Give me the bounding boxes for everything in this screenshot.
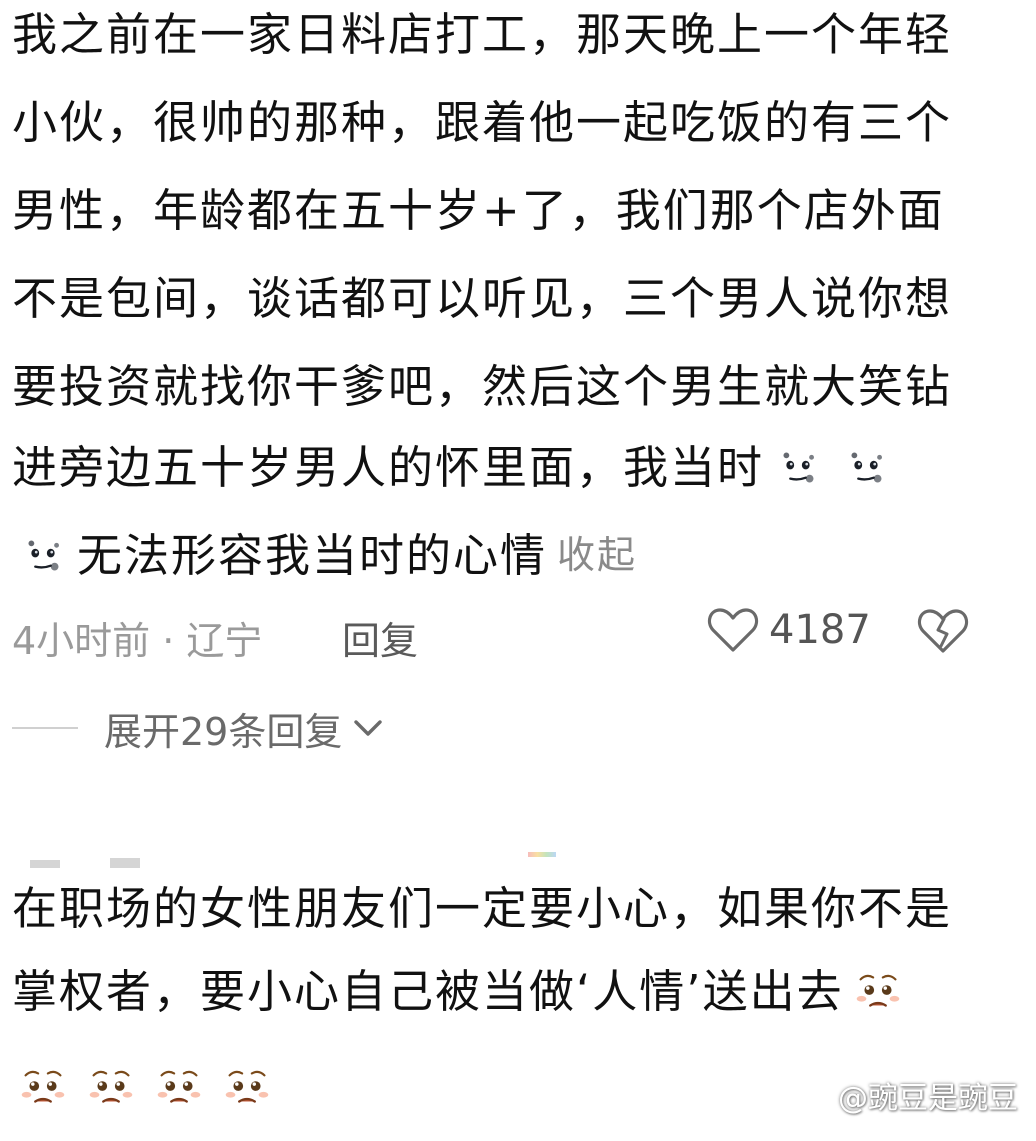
pleading-face-icon [148,1056,210,1118]
pleading-face-icon [80,1056,142,1118]
comment-line: 在职场的女性朋友们一定要小心，如果你不是 [12,882,953,935]
heart-outline-icon [707,608,759,652]
broken-heart-icon [917,609,969,653]
comment-line: 要投资就找你干爹吧，然后这个男生就大笑钻 [12,360,953,413]
expand-replies-label: 展开29条回复 [104,709,343,754]
pleading-face-icon [216,1056,278,1118]
dislike-button[interactable] [917,606,969,665]
comment-timestamp-location: 4小时前 · 辽宁 [12,619,263,663]
comment-line-with-emoji: 掌权者，要小心自己被当做‘人情’送出去 [12,956,912,1026]
new-moon-face-icon [835,436,897,498]
crop-artifact [528,852,556,857]
comment-line: 我之前在一家日料店打工，那天晚上一个年轻 [12,8,953,61]
pleading-face-icon [847,960,909,1022]
comment-line-text: 掌权者，要小心自己被当做‘人情’送出去 [12,964,844,1018]
divider [12,727,78,729]
expand-replies-button[interactable]: 展开29条回复 [12,700,386,756]
collapse-link[interactable]: 收起 [557,527,637,584]
comment-line: 小伙，很帅的那种，跟着他一起吃饭的有三个 [12,96,953,149]
comment-line-text: 无法形容我当时的心情 [77,528,548,582]
chevron-down-icon [354,720,383,736]
comment-line-with-emoji: 进旁边五十岁男人的怀里面，我当时 [12,432,900,502]
comment-meta-row: 4小时前 · 辽宁 回复 4187 [12,604,1022,663]
new-moon-face-icon [767,436,829,498]
comment-line: 不是包间，谈话都可以听见，三个男人说你想 [12,272,953,325]
pleading-face-icon [12,1056,74,1118]
emoji-row [12,1052,281,1122]
crop-artifact [30,858,140,868]
like-button[interactable]: 4187 [707,606,871,654]
comment-line-with-emoji: 无法形容我当时的心情 收起 [12,520,637,590]
new-moon-face-icon [12,524,74,586]
comment-1-body: 我之前在一家日料店打工，那天晚上一个年轻 小伙，很帅的那种，跟着他一起吃饭的有三… [12,6,1022,596]
reply-button[interactable]: 回复 [342,610,418,665]
watermark: @豌豆是豌豆 [802,1073,1018,1117]
paw-icon [803,1081,831,1109]
watermark-text: @豌豆是豌豆 [838,1081,1018,1116]
comment-line: 男性，年龄都在五十岁+了，我们那个店外面 [12,184,945,237]
comment-line-text: 进旁边五十岁男人的怀里面，我当时 [12,440,765,494]
like-count: 4187 [769,607,871,653]
